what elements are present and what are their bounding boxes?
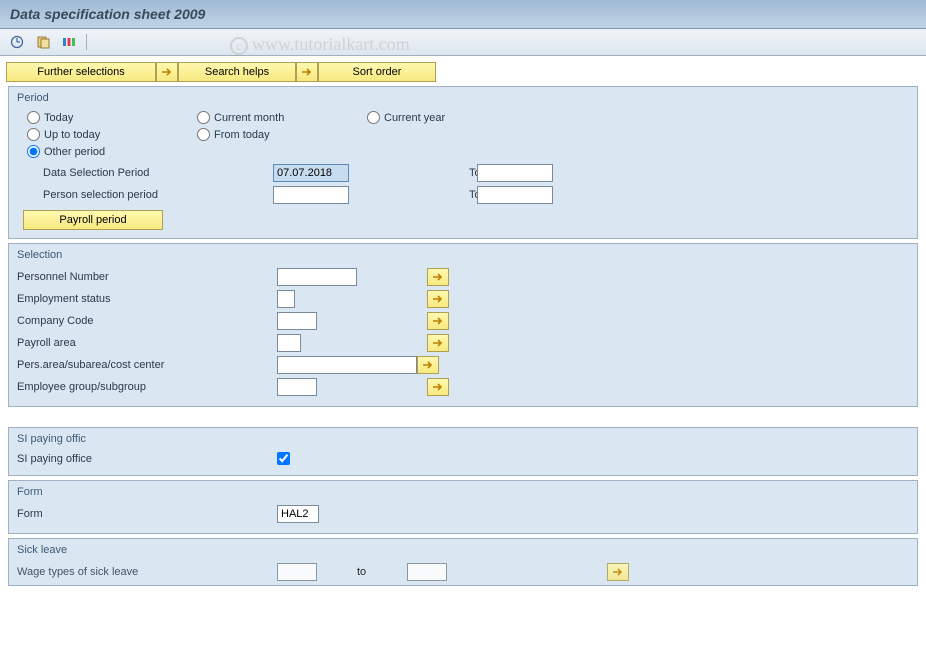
- payroll-area-input[interactable]: [277, 334, 301, 352]
- person-selection-to-input[interactable]: [477, 186, 553, 204]
- company-code-row: Company Code: [17, 310, 909, 332]
- form-label: Form: [17, 508, 277, 520]
- si-paying-row: SI paying office: [17, 450, 909, 467]
- variant-icon[interactable]: [32, 32, 54, 52]
- employee-group-multi-button[interactable]: [427, 378, 449, 396]
- personnel-number-multi-button[interactable]: [427, 268, 449, 286]
- form-row: Form: [17, 503, 909, 525]
- sick-leave-to-label: to: [317, 566, 407, 578]
- payroll-area-label: Payroll area: [17, 337, 277, 349]
- person-selection-from-input[interactable]: [273, 186, 349, 204]
- radio-other-period[interactable]: Other period: [27, 145, 197, 158]
- search-helps-button[interactable]: Search helps: [178, 62, 296, 82]
- data-selection-to-input[interactable]: [477, 164, 553, 182]
- sick-leave-from-input[interactable]: [277, 563, 317, 581]
- further-selections-arrow-button[interactable]: [156, 62, 178, 82]
- employment-status-row: Employment status: [17, 288, 909, 310]
- period-group: Period Today Current month Current year …: [8, 86, 918, 239]
- employee-group-row: Employee group/subgroup: [17, 376, 909, 398]
- employment-status-input[interactable]: [277, 290, 295, 308]
- employment-status-label: Employment status: [17, 293, 277, 305]
- period-title: Period: [17, 89, 909, 109]
- employee-group-input[interactable]: [277, 378, 317, 396]
- si-paying-title: SI paying offic: [17, 430, 909, 450]
- arrow-right-icon: [301, 65, 313, 79]
- sick-leave-row: Wage types of sick leave to: [17, 561, 909, 583]
- to-label: To: [439, 189, 469, 201]
- data-selection-from-input[interactable]: [273, 164, 349, 182]
- title-bar: Data specification sheet 2009: [0, 0, 926, 29]
- person-selection-row: Person selection period To: [17, 184, 909, 206]
- payroll-area-row: Payroll area: [17, 332, 909, 354]
- page-title: Data specification sheet 2009: [10, 6, 205, 22]
- action-button-row: Further selections Search helps Sort ord…: [4, 62, 922, 82]
- si-paying-group: SI paying offic SI paying office: [8, 427, 918, 476]
- form-group: Form Form: [8, 480, 918, 534]
- sick-leave-title: Sick leave: [17, 541, 909, 561]
- execute-icon[interactable]: [6, 32, 28, 52]
- radio-current-month[interactable]: Current month: [197, 111, 367, 124]
- data-selection-label: Data Selection Period: [43, 167, 273, 179]
- data-source-icon[interactable]: [58, 32, 80, 52]
- radio-today[interactable]: Today: [27, 111, 197, 124]
- toolbar-separator: [86, 34, 87, 50]
- pers-area-row: Pers.area/subarea/cost center: [17, 354, 909, 376]
- to-label: To: [439, 167, 469, 179]
- content-area: Further selections Search helps Sort ord…: [0, 56, 926, 596]
- pers-area-multi-button[interactable]: [417, 356, 439, 374]
- form-input[interactable]: [277, 505, 319, 523]
- form-title: Form: [17, 483, 909, 503]
- pers-area-input[interactable]: [277, 356, 417, 374]
- period-radio-grid: Today Current month Current year Up to t…: [17, 109, 909, 162]
- personnel-number-label: Personnel Number: [17, 271, 277, 283]
- selection-title: Selection: [17, 246, 909, 266]
- radio-from-today[interactable]: From today: [197, 128, 367, 141]
- data-selection-row: Data Selection Period To: [17, 162, 909, 184]
- radio-current-year[interactable]: Current year: [367, 111, 537, 124]
- employment-status-multi-button[interactable]: [427, 290, 449, 308]
- sick-leave-label: Wage types of sick leave: [17, 566, 277, 578]
- company-code-label: Company Code: [17, 315, 277, 327]
- selection-group: Selection Personnel Number Employment st…: [8, 243, 918, 407]
- company-code-input[interactable]: [277, 312, 317, 330]
- search-helps-arrow-button[interactable]: [296, 62, 318, 82]
- sort-order-button[interactable]: Sort order: [318, 62, 436, 82]
- personnel-number-input[interactable]: [277, 268, 357, 286]
- further-selections-button[interactable]: Further selections: [6, 62, 156, 82]
- si-paying-checkbox[interactable]: [277, 452, 290, 465]
- si-paying-label: SI paying office: [17, 453, 277, 465]
- company-code-multi-button[interactable]: [427, 312, 449, 330]
- person-selection-label: Person selection period: [43, 189, 273, 201]
- sick-leave-to-input[interactable]: [407, 563, 447, 581]
- app-toolbar: [0, 29, 926, 56]
- payroll-period-button[interactable]: Payroll period: [23, 210, 163, 230]
- arrow-right-icon: [161, 65, 173, 79]
- sick-leave-group: Sick leave Wage types of sick leave to: [8, 538, 918, 586]
- radio-up-to-today[interactable]: Up to today: [27, 128, 197, 141]
- employee-group-label: Employee group/subgroup: [17, 381, 277, 393]
- payroll-area-multi-button[interactable]: [427, 334, 449, 352]
- personnel-number-row: Personnel Number: [17, 266, 909, 288]
- pers-area-label: Pers.area/subarea/cost center: [17, 359, 277, 371]
- sick-leave-multi-button[interactable]: [607, 563, 629, 581]
